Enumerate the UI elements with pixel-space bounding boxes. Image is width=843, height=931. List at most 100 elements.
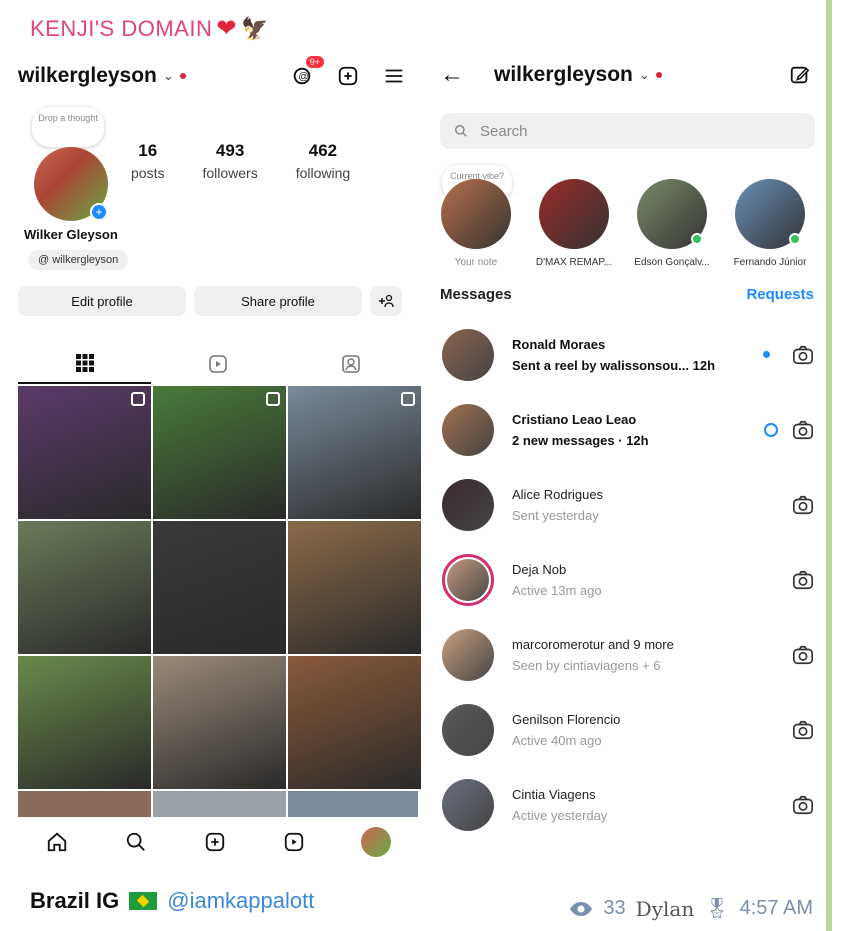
grid-photo[interactable] — [18, 791, 151, 819]
conversation-name: Cristiano Leao Leao — [512, 411, 637, 427]
grid-photo[interactable] — [18, 386, 151, 519]
share-profile-button[interactable]: Share profile — [194, 286, 362, 316]
messages-heading: Messages — [440, 286, 512, 303]
avatar[interactable] — [442, 703, 494, 756]
reels-nav-icon[interactable] — [282, 830, 306, 854]
tagged-icon — [341, 355, 360, 373]
grid-photo[interactable] — [288, 791, 418, 819]
back-arrow-icon[interactable]: ← — [440, 61, 464, 89]
unread-dot — [763, 351, 770, 358]
tab-tagged[interactable] — [284, 344, 417, 384]
reel-indicator-icon — [401, 392, 415, 406]
conversation-row[interactable]: Cristiano Leao Leao 2 new messages · 12h — [430, 392, 830, 467]
camera-icon[interactable] — [792, 794, 814, 816]
grid-photo[interactable] — [288, 521, 421, 654]
avatar[interactable] — [442, 553, 494, 606]
create-icon[interactable] — [203, 830, 227, 854]
new-message-icon[interactable] — [788, 63, 812, 87]
conversation-row[interactable]: Alice Rodrigues Sent yesterday — [430, 467, 830, 542]
conversation-list: Ronald Moraes Sent a reel by walissonsou.… — [430, 317, 830, 842]
message-meta: 33 Dylan 🎖 4:57 AM — [569, 896, 813, 921]
edit-profile-button[interactable]: Edit profile — [18, 286, 186, 316]
channel-handle-link[interactable]: @iamkappalott — [167, 888, 314, 914]
conversation-status: Seen by cintiaviagens + 6 — [512, 657, 661, 673]
search-icon[interactable] — [124, 830, 148, 854]
conversation-status: Sent yesterday — [512, 507, 599, 523]
camera-icon[interactable] — [792, 344, 814, 366]
conversation-row[interactable]: Deja Nob Active 13m ago — [430, 542, 830, 617]
add-person-button[interactable] — [370, 286, 402, 316]
avatar[interactable] — [442, 328, 494, 381]
thought-bubble[interactable]: Drop a thought — [32, 107, 104, 147]
conversation-row[interactable]: marcoromerotur and 9 more Seen by cintiav… — [430, 617, 830, 692]
threads-handle: wilkergleyson — [52, 254, 119, 266]
view-count: 33 — [603, 897, 626, 919]
chevron-down-icon[interactable]: ⌄ — [163, 68, 174, 84]
grid-photo[interactable] — [153, 386, 286, 519]
grid-photo[interactable] — [288, 386, 421, 519]
svg-text:@: @ — [298, 72, 308, 83]
grid-photo[interactable] — [18, 656, 151, 789]
add-story-icon[interactable]: + — [90, 203, 108, 221]
avatar[interactable] — [442, 478, 494, 531]
create-post-icon[interactable] — [336, 64, 360, 88]
photo-grid-partial-row — [18, 791, 418, 819]
stat-following[interactable]: 462 following — [296, 141, 350, 217]
profile-username[interactable]: wilkergleyson — [18, 64, 157, 88]
threads-icon[interactable]: @ 9+ — [290, 56, 324, 88]
threads-handle-chip[interactable]: @ wilkergleyson — [28, 250, 129, 270]
dm-topbar: ← wilkergleyson ⌄ — [430, 55, 830, 95]
avatar[interactable] — [442, 628, 494, 681]
bottom-nav — [18, 817, 418, 867]
profile-nav-avatar[interactable] — [360, 827, 391, 857]
camera-icon[interactable] — [792, 494, 814, 516]
note-item[interactable]: D'MAX REMAP... — [534, 179, 614, 268]
stat-followers[interactable]: 493 followers — [202, 141, 257, 217]
conversation-name: Genilson Florencio — [512, 711, 621, 727]
note-item[interactable]: Current vibe? Your note — [436, 165, 516, 268]
grid-photo[interactable] — [153, 521, 286, 654]
brazil-flag-icon — [129, 892, 158, 910]
stat-label: following — [295, 165, 351, 181]
camera-icon[interactable] — [792, 569, 814, 591]
profile-full-name: Wilker Gleyson — [24, 227, 118, 242]
search-input[interactable]: Search — [440, 113, 815, 149]
home-icon[interactable] — [45, 830, 69, 854]
dm-username[interactable]: wilkergleyson — [494, 63, 633, 87]
avatar[interactable] — [442, 778, 494, 831]
tab-grid[interactable] — [18, 344, 151, 384]
requests-link[interactable]: Requests — [746, 286, 814, 303]
profile-avatar-area[interactable]: Drop a thought + — [18, 107, 113, 221]
medal-icon: 🎖 — [704, 898, 730, 920]
note-avatar[interactable] — [539, 179, 609, 249]
note-item[interactable]: Fernando Júnior — [730, 179, 810, 268]
grid-photo[interactable] — [153, 791, 286, 819]
conversation-row[interactable]: Genilson Florencio Active 40m ago — [430, 692, 830, 767]
menu-icon[interactable] — [382, 64, 406, 88]
note-avatar[interactable] — [441, 179, 511, 249]
conversation-status: 2 new messages · 12h — [512, 432, 649, 448]
reels-icon — [208, 355, 227, 373]
note-avatar[interactable] — [637, 179, 707, 249]
note-avatar[interactable] — [735, 179, 805, 249]
camera-icon[interactable] — [792, 644, 814, 666]
notification-badge: 9+ — [305, 56, 324, 68]
notes-tray: Current vibe? Your note D'MAX REMAP... Edso… — [436, 165, 830, 268]
banner-title: KENJI'S DOMAIN — [30, 15, 213, 41]
note-item[interactable]: Edson Gonçalv... — [632, 179, 712, 268]
chevron-down-icon[interactable]: ⌄ — [639, 67, 650, 83]
conversation-row[interactable]: Ronald Moraes Sent a reel by walissonsou.… — [430, 317, 830, 392]
camera-icon[interactable] — [792, 719, 814, 741]
conversation-row[interactable]: Cintia Viagens Active yesterday — [430, 767, 830, 842]
tab-reels[interactable] — [151, 344, 284, 384]
grid-photo[interactable] — [18, 521, 151, 654]
conversation-name: Deja Nob — [512, 561, 567, 577]
avatar[interactable] — [442, 403, 494, 456]
note-label: D'MAX REMAP... — [535, 257, 613, 268]
reel-indicator-icon — [131, 392, 145, 406]
unread-ring-indicator — [764, 422, 778, 437]
stat-posts[interactable]: 16 posts — [131, 141, 164, 217]
camera-icon[interactable] — [792, 419, 814, 441]
grid-photo[interactable] — [288, 656, 421, 789]
grid-photo[interactable] — [153, 656, 286, 789]
